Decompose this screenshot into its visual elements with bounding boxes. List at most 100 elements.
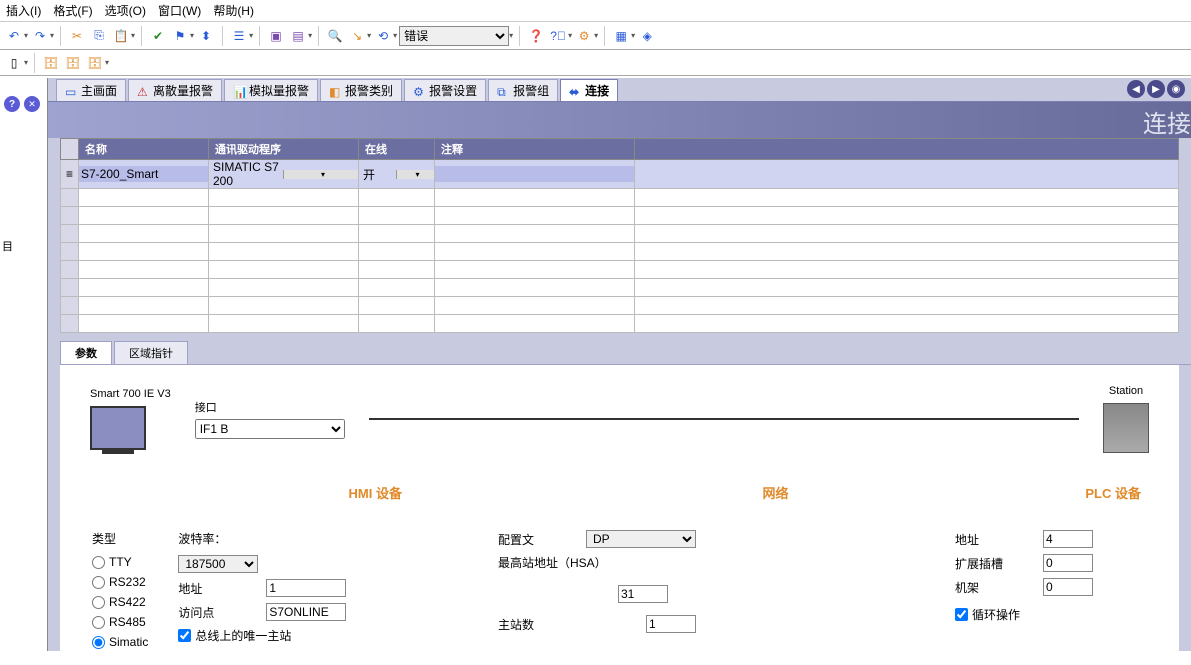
tab-alarm-class[interactable]: ◧报警类别 bbox=[320, 79, 402, 101]
replace-icon[interactable]: ⟲ bbox=[373, 26, 393, 46]
tab-analog-alarm[interactable]: 📊模拟量报警 bbox=[224, 79, 318, 101]
copy-icon[interactable]: ⎘ bbox=[89, 26, 109, 46]
db3-icon[interactable]: 🗄 bbox=[85, 53, 105, 73]
device-dropdown[interactable]: ▾ bbox=[308, 31, 312, 40]
list-dropdown[interactable]: ▾ bbox=[249, 31, 253, 40]
table-row-empty[interactable] bbox=[61, 207, 1179, 225]
table-row-empty[interactable] bbox=[61, 279, 1179, 297]
table-row-empty[interactable] bbox=[61, 261, 1179, 279]
tab-discrete-alarm[interactable]: ⚠离散量报警 bbox=[128, 79, 222, 101]
table-row-empty[interactable] bbox=[61, 297, 1179, 315]
col-online[interactable]: 在线 bbox=[359, 139, 435, 160]
radio-rs485[interactable] bbox=[92, 616, 105, 629]
type-label: 类型 bbox=[92, 530, 148, 547]
radio-rs232[interactable] bbox=[92, 576, 105, 589]
hmi-addr-input[interactable] bbox=[266, 579, 346, 597]
col-comment[interactable]: 注释 bbox=[435, 139, 635, 160]
db-dropdown[interactable]: ▾ bbox=[105, 58, 109, 67]
cut-icon[interactable]: ✂ bbox=[67, 26, 87, 46]
cyclic-checkbox[interactable] bbox=[955, 608, 968, 621]
table-row-empty[interactable] bbox=[61, 225, 1179, 243]
tool2-a-icon[interactable]: ▯ bbox=[4, 53, 24, 73]
help-icon[interactable]: ❓ bbox=[526, 26, 546, 46]
tab-main-screen[interactable]: ▭主画面 bbox=[56, 79, 126, 101]
radio-tty[interactable] bbox=[92, 556, 105, 569]
tab-area-pointer[interactable]: 区域指针 bbox=[114, 341, 188, 364]
paste-icon[interactable]: 📋 bbox=[111, 26, 131, 46]
tab-alarm-settings[interactable]: ⚙报警设置 bbox=[404, 79, 486, 101]
hsa-input[interactable] bbox=[618, 585, 668, 603]
replace-dropdown[interactable]: ▾ bbox=[393, 31, 397, 40]
device2-icon[interactable]: ▤ bbox=[288, 26, 308, 46]
redo-dropdown[interactable]: ▾ bbox=[50, 31, 54, 40]
menu-help[interactable]: 帮助(H) bbox=[213, 2, 254, 19]
slot-input[interactable] bbox=[1043, 554, 1093, 572]
whatsthis-icon[interactable]: ?⃝ bbox=[548, 26, 568, 46]
online-dropdown-button[interactable]: ▾ bbox=[396, 170, 434, 179]
profile-select[interactable]: DP bbox=[586, 530, 696, 548]
info-icon[interactable]: ⚙ bbox=[574, 26, 594, 46]
interface-select[interactable]: IF1 B bbox=[195, 419, 345, 439]
baud-select[interactable]: 187500 bbox=[178, 555, 258, 573]
undo-icon[interactable]: ↶ bbox=[4, 26, 24, 46]
close-panel-button[interactable]: ? bbox=[4, 96, 20, 112]
error-select[interactable]: 错误 bbox=[399, 26, 509, 46]
plc-addr-label: 地址 bbox=[955, 531, 1035, 548]
access-input[interactable] bbox=[266, 603, 346, 621]
redo-icon[interactable]: ↷ bbox=[30, 26, 50, 46]
grid-icon[interactable]: ▦ bbox=[611, 26, 631, 46]
table-row[interactable]: ≡ SIMATIC S7 200▾ 开▾ bbox=[61, 160, 1179, 189]
undo-dropdown[interactable]: ▾ bbox=[24, 31, 28, 40]
layers-icon[interactable]: ◈ bbox=[637, 26, 657, 46]
help-dropdown[interactable]: ▾ bbox=[568, 31, 572, 40]
connection-line bbox=[369, 418, 1079, 420]
menu-format[interactable]: 格式(F) bbox=[53, 2, 92, 19]
table-row-empty[interactable] bbox=[61, 189, 1179, 207]
driver-dropdown-button[interactable]: ▾ bbox=[283, 170, 358, 179]
goto-icon[interactable]: ↘ bbox=[347, 26, 367, 46]
grid-dropdown[interactable]: ▾ bbox=[631, 31, 635, 40]
transfer-icon[interactable]: ⬍ bbox=[196, 26, 216, 46]
radio-rs232-label: RS232 bbox=[109, 575, 146, 589]
tool2-a-dropdown[interactable]: ▾ bbox=[24, 58, 28, 67]
list-icon[interactable]: ☰ bbox=[229, 26, 249, 46]
radio-rs422[interactable] bbox=[92, 596, 105, 609]
tab-alarm-group[interactable]: ⧉报警组 bbox=[488, 79, 558, 101]
table-row-empty[interactable] bbox=[61, 243, 1179, 261]
connection-icon: ⬌ bbox=[569, 85, 581, 97]
tab-connection[interactable]: ⬌连接 bbox=[560, 79, 618, 101]
cell-online-value[interactable]: 开 bbox=[359, 166, 396, 183]
db2-icon[interactable]: 🗄 bbox=[63, 53, 83, 73]
db1-icon[interactable]: 🗄 bbox=[41, 53, 61, 73]
master-count-input[interactable] bbox=[646, 615, 696, 633]
col-driver[interactable]: 通讯驱动程序 bbox=[209, 139, 359, 160]
check-icon[interactable]: ✔ bbox=[148, 26, 168, 46]
goto-dropdown[interactable]: ▾ bbox=[367, 31, 371, 40]
device1-icon[interactable]: ▣ bbox=[266, 26, 286, 46]
table-row-empty[interactable] bbox=[61, 315, 1179, 333]
flag-icon[interactable]: ⚑ bbox=[170, 26, 190, 46]
menu-options[interactable]: 选项(O) bbox=[105, 2, 146, 19]
plc-addr-input[interactable] bbox=[1043, 530, 1093, 548]
cell-comment-input[interactable] bbox=[435, 166, 634, 182]
menu-window[interactable]: 窗口(W) bbox=[158, 2, 201, 19]
error-dropdown[interactable]: ▾ bbox=[509, 31, 513, 40]
find-icon[interactable]: 🔍 bbox=[325, 26, 345, 46]
row-marker-icon[interactable]: ≡ bbox=[61, 160, 79, 189]
nav-next-button[interactable]: ▶ bbox=[1147, 80, 1165, 98]
nav-close-button[interactable]: ◉ bbox=[1167, 80, 1185, 98]
nav-prev-button[interactable]: ◀ bbox=[1127, 80, 1145, 98]
cell-driver-value[interactable]: SIMATIC S7 200 bbox=[209, 160, 283, 188]
only-master-checkbox[interactable] bbox=[178, 629, 191, 642]
rack-input[interactable] bbox=[1043, 578, 1093, 596]
paste-dropdown[interactable]: ▾ bbox=[131, 31, 135, 40]
info-dropdown[interactable]: ▾ bbox=[594, 31, 598, 40]
pin-panel-button[interactable]: ✕ bbox=[24, 96, 40, 112]
radio-simatic[interactable] bbox=[92, 636, 105, 649]
cell-name-input[interactable] bbox=[79, 166, 208, 182]
hmi-monitor-icon bbox=[90, 406, 146, 450]
tab-params[interactable]: 参数 bbox=[60, 341, 112, 364]
menu-insert[interactable]: 插入(I) bbox=[6, 2, 41, 19]
flag-dropdown[interactable]: ▾ bbox=[190, 31, 194, 40]
col-name[interactable]: 名称 bbox=[79, 139, 209, 160]
